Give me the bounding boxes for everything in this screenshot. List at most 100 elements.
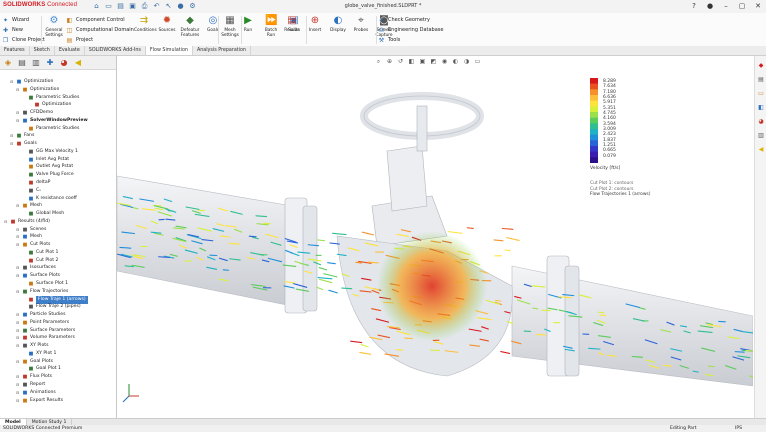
batch-run-button[interactable]: ⏩ Batch Run xyxy=(261,15,281,38)
expand-toggle-icon[interactable] xyxy=(22,189,26,193)
graphics-viewport[interactable] xyxy=(117,56,753,418)
appearances-icon[interactable]: ◕ xyxy=(757,118,765,126)
expand-toggle-icon[interactable] xyxy=(22,251,26,255)
expand-toggle-icon[interactable]: ⊟ xyxy=(16,359,20,364)
solidworks-resources-icon[interactable]: ◆ xyxy=(757,62,765,70)
expand-toggle-icon[interactable] xyxy=(22,298,26,302)
expand-toggle-icon[interactable]: ⊟ xyxy=(16,328,20,333)
expand-toggle-icon[interactable]: ⊟ xyxy=(4,219,8,224)
expand-toggle-icon[interactable]: ⊟ xyxy=(16,375,20,379)
expand-toggle-icon[interactable] xyxy=(22,212,26,216)
view-palette-icon[interactable]: ◧ xyxy=(757,104,765,112)
expand-toggle-icon[interactable]: ⊟ xyxy=(16,289,20,294)
expand-toggle-icon[interactable] xyxy=(22,127,26,131)
expand-toggle-icon[interactable] xyxy=(22,367,26,371)
engineering-database-command[interactable]: ⛁ Engineering Database xyxy=(378,25,468,35)
expand-toggle-icon[interactable] xyxy=(22,150,26,154)
expand-toggle-icon[interactable] xyxy=(28,103,32,107)
expand-toggle-icon[interactable]: ⊟ xyxy=(16,336,20,340)
expand-toggle-icon[interactable] xyxy=(22,96,26,100)
tab-flow-simulation[interactable]: Flow Simulation xyxy=(145,46,193,55)
edit-appearance-icon[interactable]: ◐ xyxy=(452,58,459,65)
batch-run-icon: ⏩ xyxy=(265,15,278,26)
custom-properties-icon[interactable]: ▥ xyxy=(757,132,765,140)
status-units[interactable]: IPS xyxy=(735,425,742,432)
apply-scene-icon[interactable]: ◑ xyxy=(463,58,470,65)
results-button[interactable]: ▤ Results xyxy=(282,15,302,38)
tools-icon: ⚒ xyxy=(378,36,385,44)
expand-toggle-icon[interactable] xyxy=(22,282,26,286)
expand-toggle-icon[interactable]: ⊟ xyxy=(16,274,20,278)
expand-toggle-icon[interactable] xyxy=(22,197,26,201)
computational-domain-command[interactable]: ◫ Computational Domain xyxy=(66,25,136,35)
tab-analysis-preparation[interactable]: Analysis Preparation xyxy=(193,46,251,55)
defeature-button[interactable]: ◆ Defeatur Features xyxy=(180,15,200,38)
file-explorer-icon[interactable]: ▭ xyxy=(757,90,765,98)
display-manager-icon[interactable]: ◕ xyxy=(59,58,69,68)
probes-button[interactable]: ⌖ Probes xyxy=(351,15,371,38)
user-avatar-icon[interactable]: ● xyxy=(706,2,714,10)
expand-toggle-icon[interactable]: ⊟ xyxy=(10,142,14,146)
expand-toggle-icon[interactable] xyxy=(22,158,26,162)
expand-toggle-icon[interactable]: ⊟ xyxy=(16,204,20,208)
check-geometry-command[interactable]: ✔ Check Geometry xyxy=(378,15,468,25)
zoom-to-fit-icon[interactable]: ⌕ xyxy=(375,58,382,65)
expand-toggle-icon[interactable]: ⊟ xyxy=(16,344,20,348)
dim-expert-icon[interactable]: ✚ xyxy=(45,58,55,68)
previous-view-icon[interactable]: ↺ xyxy=(397,58,404,65)
expand-toggle-icon[interactable]: ⊟ xyxy=(16,266,20,270)
expand-toggle-icon[interactable] xyxy=(22,165,26,169)
expand-toggle-icon[interactable]: ⊟ xyxy=(16,227,20,232)
tools-command[interactable]: ⚒ Tools xyxy=(378,35,468,45)
sources-button[interactable]: ✹ Sources xyxy=(157,15,177,38)
expand-toggle-icon[interactable]: ⊟ xyxy=(16,313,20,317)
design-library-icon[interactable]: ▤ xyxy=(757,76,765,84)
general-settings-button[interactable]: ⚙ General Settings xyxy=(44,15,64,38)
expand-toggle-icon[interactable]: ⊟ xyxy=(16,383,20,387)
tree-item[interactable]: ⊟ ■ Export Results xyxy=(16,397,63,405)
mesh-settings-button[interactable]: ▦ Mesh Settings xyxy=(220,15,240,38)
hide-show-icon[interactable]: ◉ xyxy=(441,58,448,65)
tab-features[interactable]: Features xyxy=(0,46,30,55)
legend-color-band xyxy=(590,112,598,118)
expand-toggle-icon[interactable] xyxy=(22,305,26,309)
display-style-icon[interactable]: ◩ xyxy=(430,58,437,65)
expand-toggle-icon[interactable]: ⊟ xyxy=(16,235,20,239)
view-orientation-icon[interactable]: ▣ xyxy=(419,58,426,65)
configuration-manager-icon[interactable]: ▥ xyxy=(31,58,41,68)
display-button[interactable]: ◐ Display xyxy=(328,15,348,38)
expand-toggle-icon[interactable] xyxy=(22,352,26,356)
minimize-icon[interactable]: – xyxy=(722,2,730,10)
help-icon[interactable]: ? xyxy=(690,2,698,10)
flow-simulation-tree-icon[interactable]: ◀ xyxy=(73,58,83,68)
tab-evaluate[interactable]: Evaluate xyxy=(55,46,85,55)
expand-toggle-icon[interactable]: ⊟ xyxy=(16,118,20,123)
expand-toggle-icon[interactable]: ⊟ xyxy=(16,398,20,403)
expand-toggle-icon[interactable] xyxy=(22,259,26,263)
component-control-command[interactable]: ◧ Component Control xyxy=(66,15,136,25)
expand-toggle-icon[interactable] xyxy=(22,173,26,177)
expand-toggle-icon[interactable]: ⊟ xyxy=(10,80,14,84)
tab-addins[interactable]: SOLIDWORKS Add-Ins xyxy=(85,46,146,55)
expand-toggle-icon[interactable] xyxy=(22,181,26,185)
view-settings-icon[interactable]: ▭ xyxy=(474,58,481,65)
expand-toggle-icon[interactable]: ⊟ xyxy=(16,243,20,247)
expand-toggle-icon[interactable]: ⊟ xyxy=(16,87,20,92)
expand-toggle-icon[interactable]: ⊟ xyxy=(10,134,14,138)
project-command[interactable]: ▤ Project xyxy=(66,35,136,45)
flow-simulation-pane-icon[interactable]: ◀ xyxy=(757,146,765,154)
conditions-button[interactable]: ⇉ Conditions xyxy=(134,15,157,38)
tab-sketch[interactable]: Sketch xyxy=(30,46,55,55)
section-view-icon[interactable]: ◧ xyxy=(408,58,415,65)
zoom-area-icon[interactable]: ⊕ xyxy=(386,58,393,65)
feature-manager-icon[interactable]: ◈ xyxy=(3,58,13,68)
insert-button[interactable]: ⊕ Insert xyxy=(305,15,325,38)
run-button[interactable]: ▶ Run xyxy=(238,15,258,38)
property-manager-icon[interactable]: ▤ xyxy=(17,58,27,68)
expand-toggle-icon[interactable]: ⊟ xyxy=(16,320,20,325)
restore-icon[interactable]: ▢ xyxy=(738,2,746,10)
velocity-legend-values: 8.289 7.634 7.180 6.636 5.917 5.351 4.745 4.160… xyxy=(603,79,616,159)
expand-toggle-icon[interactable]: ⊟ xyxy=(16,111,20,115)
expand-toggle-icon[interactable]: ⊟ xyxy=(16,390,20,395)
close-icon[interactable]: ✕ xyxy=(754,2,762,10)
